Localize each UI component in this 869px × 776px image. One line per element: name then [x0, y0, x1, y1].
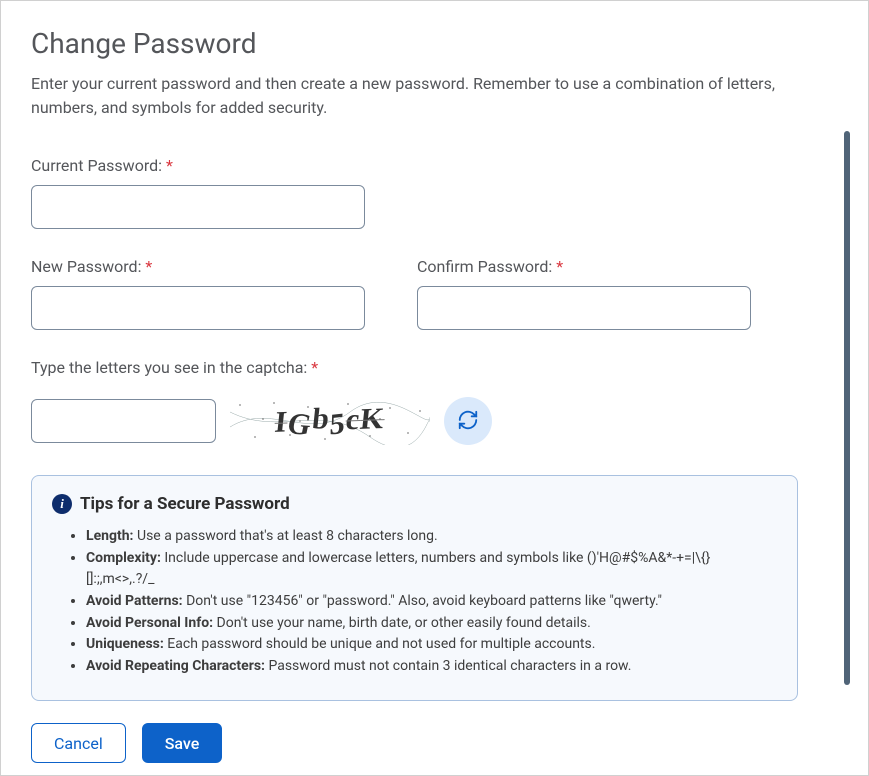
required-marker: * — [145, 257, 152, 276]
tip-label: Uniqueness: — [86, 636, 164, 652]
tip-item: Avoid Repeating Characters: Password mus… — [86, 656, 777, 678]
content-area: Change Password Enter your current passw… — [1, 1, 868, 775]
cancel-button[interactable]: Cancel — [31, 723, 126, 763]
captcha-row: IGb5cK — [31, 397, 838, 445]
tip-text: Don't use "123456" or "password." Also, … — [183, 593, 662, 609]
confirm-password-input[interactable] — [417, 286, 751, 330]
tips-title: Tips for a Secure Password — [80, 494, 290, 514]
captcha-input[interactable] — [31, 399, 216, 443]
tip-label: Length: — [86, 528, 134, 544]
confirm-password-field: Confirm Password: * — [417, 257, 751, 330]
tip-text: Password must not contain 3 identical ch… — [265, 658, 631, 674]
current-password-field: Current Password: * — [31, 156, 365, 229]
tip-label: Avoid Patterns: — [86, 593, 183, 609]
current-password-input[interactable] — [31, 185, 365, 229]
captcha-refresh-button[interactable] — [444, 397, 492, 445]
page-title: Change Password — [31, 27, 838, 60]
tip-item: Avoid Personal Info: Don't use your name… — [86, 613, 777, 635]
required-marker: * — [556, 257, 563, 276]
action-bar: Cancel Save — [31, 723, 222, 763]
tip-text: Each password should be unique and not u… — [164, 636, 596, 652]
tips-list: Length: Use a password that's at least 8… — [52, 526, 777, 678]
captcha-field: Type the letters you see in the captcha:… — [31, 358, 838, 387]
tip-label: Complexity: — [86, 550, 161, 566]
tip-label: Avoid Personal Info: — [86, 615, 213, 631]
tip-item: Avoid Patterns: Don't use "123456" or "p… — [86, 591, 777, 613]
tip-text: Don't use your name, birth date, or othe… — [213, 615, 591, 631]
tip-item: Complexity: Include uppercase and lowerc… — [86, 548, 777, 591]
captcha-text: IGb5cK — [273, 402, 386, 440]
current-password-label-text: Current Password: — [31, 156, 162, 175]
tip-item: Uniqueness: Each password should be uniq… — [86, 634, 777, 656]
save-button[interactable]: Save — [142, 723, 223, 763]
tip-text: Use a password that's at least 8 charact… — [134, 528, 438, 544]
tip-label: Avoid Repeating Characters: — [86, 658, 265, 674]
required-marker: * — [166, 156, 173, 175]
tip-text: Include uppercase and lowercase letters,… — [86, 550, 710, 588]
info-icon: i — [52, 494, 72, 514]
page-subtitle: Enter your current password and then cre… — [31, 72, 838, 120]
new-password-input[interactable] — [31, 286, 365, 330]
refresh-icon — [457, 409, 479, 434]
new-password-field: New Password: * — [31, 257, 365, 330]
current-password-label: Current Password: * — [31, 156, 365, 175]
required-marker: * — [311, 358, 318, 377]
captcha-label: Type the letters you see in the captcha:… — [31, 358, 838, 377]
change-password-panel: Change Password Enter your current passw… — [0, 0, 869, 776]
confirm-password-label-text: Confirm Password: — [417, 257, 552, 276]
form: Current Password: * New Password: * — [31, 156, 838, 701]
captcha-image: IGb5cK — [230, 397, 430, 445]
tips-header: i Tips for a Secure Password — [52, 494, 777, 514]
captcha-label-text: Type the letters you see in the captcha: — [31, 358, 307, 377]
tips-panel: i Tips for a Secure Password Length: Use… — [31, 475, 798, 701]
new-password-label-text: New Password: — [31, 257, 141, 276]
new-password-label: New Password: * — [31, 257, 365, 276]
scrollbar[interactable] — [844, 131, 850, 685]
confirm-password-label: Confirm Password: * — [417, 257, 751, 276]
tip-item: Length: Use a password that's at least 8… — [86, 526, 777, 548]
